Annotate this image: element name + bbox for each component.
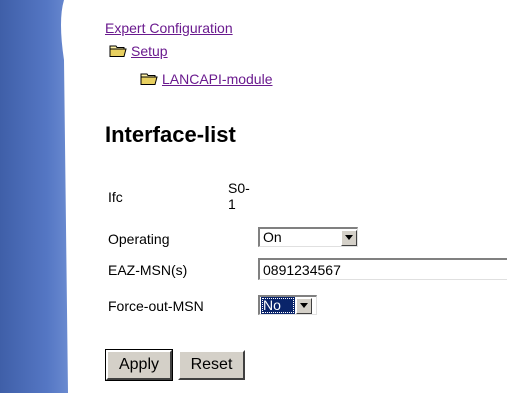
ifc-value: S0-1: [228, 180, 250, 212]
breadcrumb-link-expert-configuration[interactable]: Expert Configuration: [105, 20, 233, 36]
ifc-label: Ifc: [108, 189, 123, 205]
chevron-down-icon[interactable]: [341, 229, 357, 246]
breadcrumb-root: Expert Configuration: [105, 20, 233, 36]
sidebar-decoration: [0, 0, 80, 393]
breadcrumb-link-lancapi-module[interactable]: LANCAPI-module: [162, 71, 273, 87]
operating-select[interactable]: On: [258, 227, 358, 247]
page-title: Interface-list: [105, 122, 236, 147]
page: Expert Configuration Setup LANCAPI-modul…: [0, 0, 507, 393]
force-out-msn-label: Force-out-MSN: [108, 298, 204, 314]
eaz-msn-label: EAZ-MSN(s): [108, 262, 188, 278]
operating-label: Operating: [108, 231, 170, 247]
force-out-msn-select-value: No: [261, 297, 295, 314]
operating-select-value: On: [263, 229, 282, 245]
apply-button[interactable]: Apply: [105, 349, 173, 381]
eaz-msn-input[interactable]: [258, 258, 507, 280]
breadcrumb-setup: Setup: [109, 43, 168, 59]
force-out-msn-select[interactable]: No: [258, 295, 317, 315]
breadcrumb-link-setup[interactable]: Setup: [131, 43, 168, 59]
chevron-down-icon[interactable]: [296, 297, 312, 314]
breadcrumb-lancapi: LANCAPI-module: [140, 71, 273, 87]
reset-button[interactable]: Reset: [178, 350, 245, 380]
folder-icon: [140, 72, 158, 86]
folder-icon: [109, 44, 127, 58]
